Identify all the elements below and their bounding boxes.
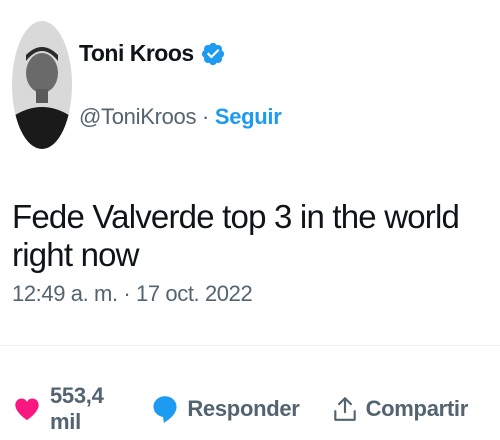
follow-button[interactable]: Seguir (215, 104, 282, 129)
separator-dot: · (201, 104, 210, 129)
share-icon (332, 395, 358, 423)
share-button[interactable]: Compartir (332, 395, 468, 423)
action-bar: 553,4 mil Responder Compartir (12, 383, 500, 435)
author-name-row[interactable]: Toni Kroos (79, 40, 226, 67)
profile-photo (12, 21, 72, 149)
author-handle[interactable]: @ToniKroos (79, 104, 196, 129)
author-name[interactable]: Toni Kroos (79, 40, 194, 67)
heart-icon (12, 395, 42, 423)
divider (0, 345, 500, 346)
like-button[interactable]: 553,4 mil (12, 383, 119, 435)
reply-label: Responder (187, 396, 300, 421)
verified-badge-icon (200, 41, 226, 67)
reply-button[interactable]: Responder (151, 394, 300, 424)
tweet-text: Fede Valverde top 3 in the world right n… (12, 198, 460, 273)
tweet-timestamp[interactable]: 12:49 a. m. · 17 oct. 2022 (12, 281, 253, 307)
speech-bubble-icon (151, 394, 179, 424)
avatar[interactable] (12, 21, 72, 149)
handle-row: @ToniKroos · Seguir (79, 104, 282, 130)
like-count: 553,4 mil (50, 383, 104, 434)
share-label: Compartir (365, 396, 469, 421)
